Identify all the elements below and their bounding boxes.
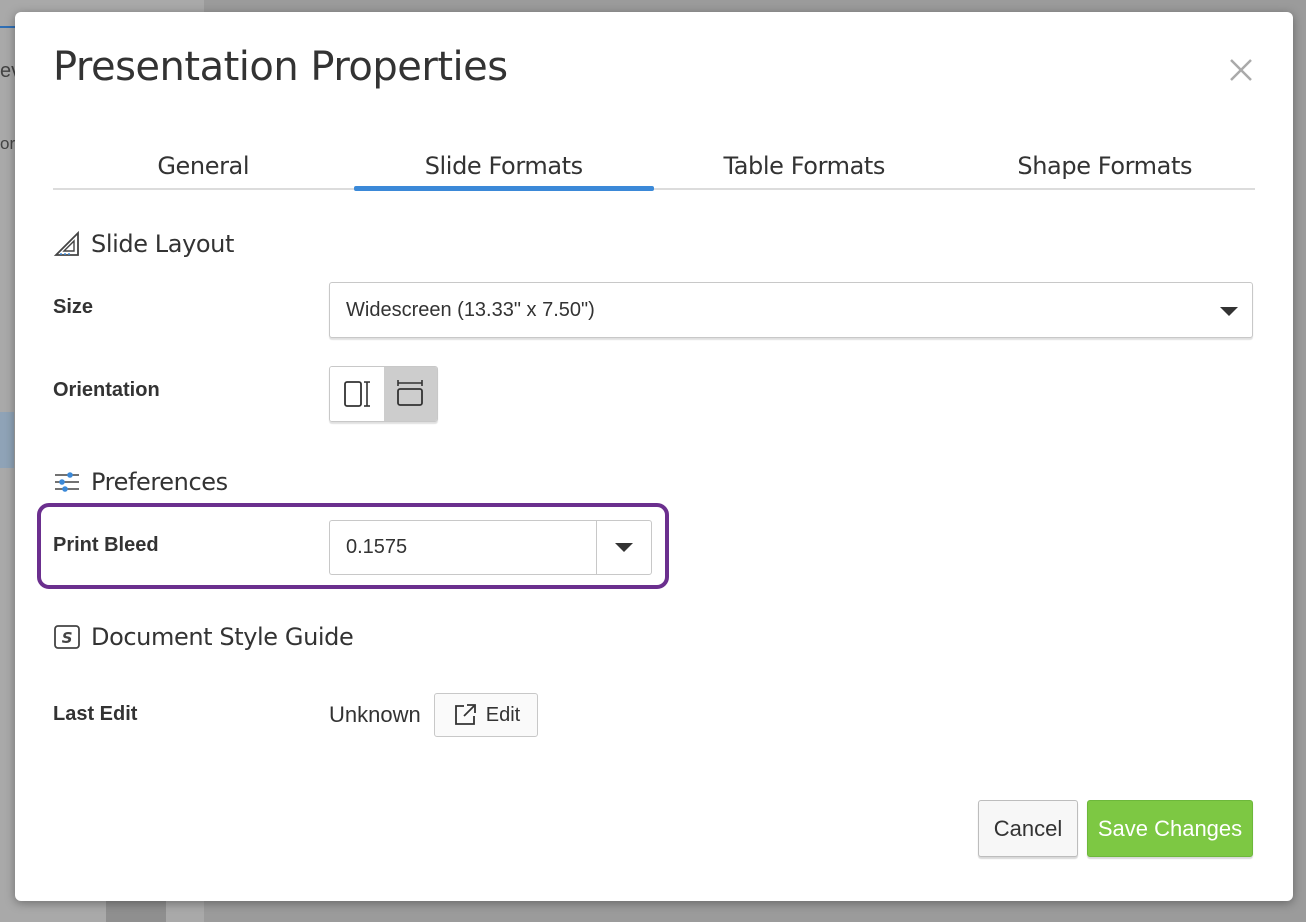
landscape-orientation-button[interactable] [383, 367, 437, 421]
svg-text:S: S [62, 629, 72, 647]
last-edit-value: Unknown [329, 702, 421, 727]
preferences-heading: Preferences [53, 468, 228, 496]
set-square-icon [53, 230, 79, 256]
portrait-orientation-button[interactable] [330, 367, 384, 421]
tab-bar: General Slide Formats Table Formats Shap… [53, 152, 1256, 191]
orientation-label: Orientation [53, 379, 160, 401]
print-bleed-dropdown-button[interactable] [596, 520, 652, 575]
tab-slide-formats[interactable]: Slide Formats [353, 152, 655, 191]
slide-layout-title: Slide Layout [91, 230, 234, 258]
edit-label: Edit [485, 703, 521, 726]
presentation-properties-dialog: Presentation Properties General Slide Fo… [15, 12, 1293, 901]
style-guide-icon: S [54, 625, 80, 649]
close-icon [1230, 59, 1252, 81]
sliders-icon [55, 472, 79, 492]
tab-general[interactable]: General [53, 152, 354, 188]
size-label: Size [53, 296, 94, 318]
landscape-icon [397, 380, 424, 406]
background-accent-line [0, 26, 16, 28]
last-edit-label: Last Edit [53, 703, 138, 725]
chevron-down-icon [615, 543, 633, 552]
background-column [106, 900, 166, 922]
tab-table-formats[interactable]: Table Formats [654, 152, 955, 188]
edit-style-guide-button[interactable]: Edit [434, 693, 538, 737]
preferences-title: Preferences [91, 468, 228, 496]
close-button[interactable] [1225, 54, 1257, 86]
background-selected-row [0, 412, 14, 468]
save-changes-button[interactable]: Save Changes [1087, 800, 1253, 857]
background-text-fragment: or [0, 134, 16, 153]
size-select[interactable]: Widescreen (13.33" x 7.50") [329, 282, 1253, 338]
style-guide-heading: S Document Style Guide [53, 623, 354, 651]
style-guide-title: Document Style Guide [91, 623, 354, 651]
tab-shape-formats[interactable]: Shape Formats [955, 152, 1256, 188]
chevron-down-icon [1220, 307, 1238, 316]
print-bleed-input[interactable] [329, 520, 597, 575]
slide-layout-heading: Slide Layout [53, 230, 234, 258]
size-select-value: Widescreen (13.33" x 7.50") [346, 298, 595, 321]
portrait-icon [343, 381, 370, 407]
dialog-title: Presentation Properties [53, 44, 508, 90]
orientation-toggle [329, 366, 438, 422]
print-bleed-label: Print Bleed [53, 534, 159, 556]
external-link-icon [454, 704, 476, 725]
cancel-button[interactable]: Cancel [978, 800, 1078, 857]
